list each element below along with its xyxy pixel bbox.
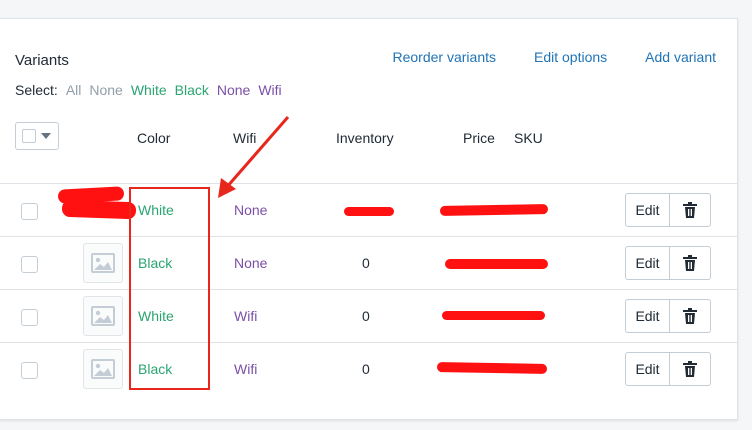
annotation-arrow [218, 116, 290, 198]
